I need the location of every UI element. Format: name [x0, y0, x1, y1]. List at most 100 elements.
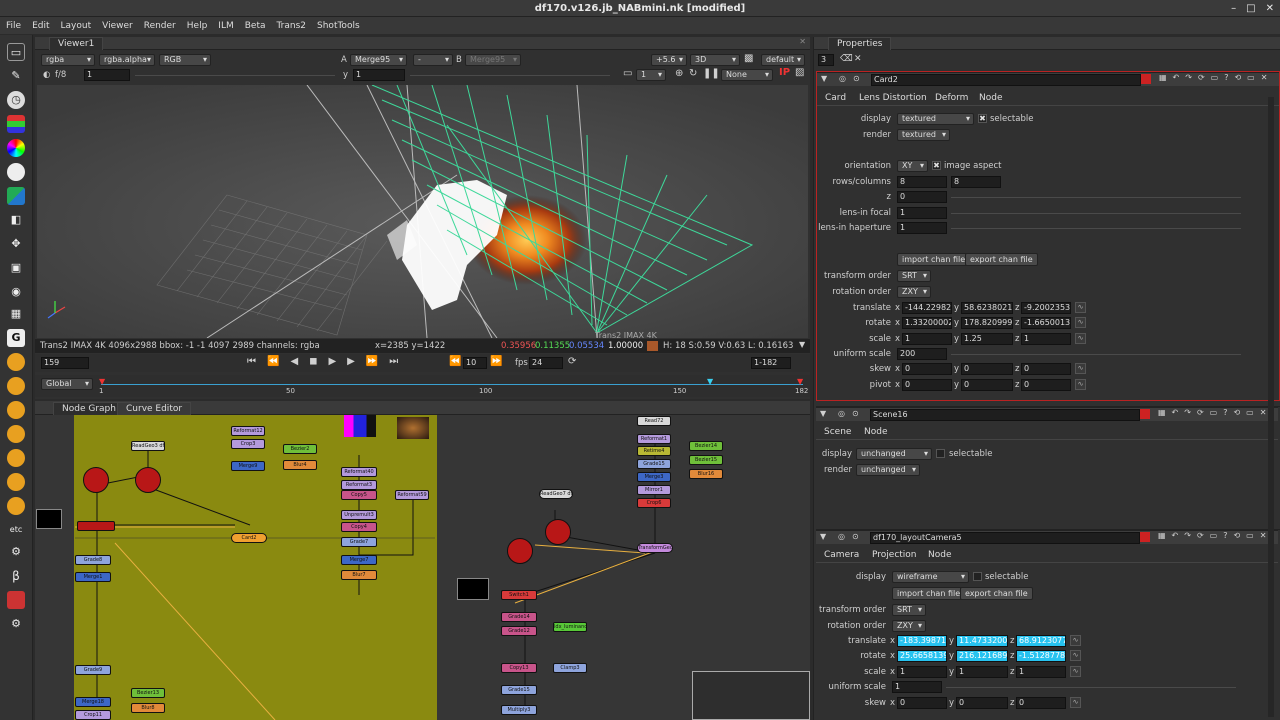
- composite-dropdown[interactable]: -: [413, 54, 453, 66]
- tab-curve-editor[interactable]: Curve Editor: [117, 402, 192, 415]
- import-chan-button[interactable]: import chan file: [897, 253, 971, 266]
- gamma-field[interactable]: 1: [84, 69, 130, 81]
- node[interactable]: Unpremult3: [341, 510, 377, 520]
- alpha-dropdown[interactable]: rgba.alpha: [99, 54, 155, 66]
- color-icon[interactable]: [7, 139, 25, 157]
- float-icon[interactable]: ◎: [838, 409, 845, 418]
- wipe-icon[interactable]: ▨: [795, 67, 804, 78]
- animation-curve-icon[interactable]: ∿: [1070, 635, 1081, 646]
- z-slider[interactable]: [951, 197, 1241, 209]
- max-panels-field[interactable]: 3: [818, 54, 834, 66]
- shottools-icon[interactable]: [7, 401, 25, 419]
- skew-x-field[interactable]: 0: [902, 363, 952, 375]
- menu-edit[interactable]: Edit: [32, 21, 49, 31]
- lens-haperture-field[interactable]: 1: [897, 222, 947, 234]
- lens-focal-field[interactable]: 1: [897, 207, 947, 219]
- scale-z-field[interactable]: 1: [1016, 666, 1066, 678]
- scope-dropdown[interactable]: Global: [41, 378, 93, 390]
- node[interactable]: Copy4: [341, 522, 377, 532]
- settings-icon[interactable]: ⚙: [7, 615, 25, 633]
- node[interactable]: Blur7: [341, 570, 377, 580]
- step-back-icon[interactable]: ⏪: [449, 356, 461, 367]
- scale-x-field[interactable]: 1: [902, 333, 952, 345]
- skew-y-field[interactable]: 0: [961, 363, 1013, 375]
- merge-icon[interactable]: ◧: [7, 211, 25, 229]
- constant-thumbnail[interactable]: [36, 509, 62, 529]
- center-icon[interactable]: ⊙: [852, 409, 859, 418]
- node[interactable]: Grade8: [75, 555, 111, 565]
- animation-curve-icon[interactable]: ∿: [1075, 333, 1086, 344]
- menu-trans2[interactable]: Trans2: [277, 21, 307, 31]
- node[interactable]: Blur16: [689, 469, 723, 479]
- time-icon[interactable]: ◷: [7, 91, 25, 109]
- collapse-icon[interactable]: ▼: [821, 74, 827, 83]
- rotate-y-field[interactable]: 178.820999: [961, 317, 1013, 329]
- import-chan-button[interactable]: import chan file: [892, 587, 966, 600]
- node[interactable]: Merge18: [75, 697, 111, 707]
- etc-icon[interactable]: etc: [7, 521, 25, 539]
- frame-dropdown[interactable]: 1: [636, 69, 666, 81]
- views-icon[interactable]: ◉: [7, 283, 25, 301]
- center-icon[interactable]: ⊙: [852, 532, 859, 541]
- film-icon[interactable]: ▩: [744, 53, 753, 64]
- z-field[interactable]: 0: [897, 191, 947, 203]
- 3d-icon[interactable]: ▣: [7, 259, 25, 277]
- viewer-icon[interactable]: ▭: [7, 43, 25, 61]
- node[interactable]: ldx_luminance: [553, 622, 587, 632]
- rotate-x-field[interactable]: 25.6658139: [897, 650, 947, 662]
- y-field[interactable]: 1: [353, 69, 405, 81]
- translate-y-field[interactable]: 11.4733200: [956, 635, 1008, 647]
- collapse-icon[interactable]: ▼: [820, 532, 826, 541]
- navigator-minimap[interactable]: [692, 671, 810, 720]
- node[interactable]: Crop6: [637, 498, 671, 508]
- translate-z-field[interactable]: 68.9123077: [1016, 635, 1066, 647]
- crosshair-icon[interactable]: ⊕: [675, 68, 683, 79]
- selectable-checkbox[interactable]: ✖: [978, 114, 987, 123]
- animation-curve-icon[interactable]: ∿: [1070, 666, 1081, 677]
- panel-close-icon[interactable]: ✕: [799, 37, 806, 46]
- node[interactable]: Clamp3: [553, 663, 587, 673]
- tab-node-graph[interactable]: Node Graph: [53, 402, 125, 415]
- node[interactable]: Bezier14: [689, 441, 723, 451]
- frame-range-field[interactable]: 1-182: [751, 357, 791, 369]
- gizmo-g-icon[interactable]: G: [7, 329, 25, 347]
- tab-camera[interactable]: Camera: [824, 550, 859, 560]
- channels-dropdown[interactable]: rgba: [41, 54, 95, 66]
- columns-field[interactable]: 8: [951, 176, 1001, 188]
- float-icon[interactable]: ◎: [839, 74, 846, 83]
- node[interactable]: Merge9: [231, 461, 265, 471]
- node[interactable]: ReadGeo3 df170.layout.fb: [131, 441, 165, 451]
- colorspace-dropdown[interactable]: RGB: [159, 54, 211, 66]
- node[interactable]: Bezier13: [131, 688, 165, 698]
- record-icon[interactable]: IP: [779, 67, 790, 78]
- node[interactable]: Reformat3: [341, 480, 377, 490]
- node-color-swatch[interactable]: [1140, 532, 1150, 542]
- transform-order-dropdown[interactable]: SRT: [892, 604, 926, 616]
- pivot-x-field[interactable]: 0: [902, 379, 952, 391]
- lens-haperture-slider[interactable]: [951, 228, 1241, 240]
- orientation-dropdown[interactable]: XY: [897, 160, 928, 172]
- node[interactable]: Card2: [231, 533, 267, 543]
- skew-z-field[interactable]: 0: [1016, 697, 1066, 709]
- ilm-icon[interactable]: [7, 425, 25, 443]
- animation-curve-icon[interactable]: ∿: [1070, 650, 1081, 661]
- pivot-y-field[interactable]: 0: [961, 379, 1013, 391]
- node[interactable]: Grade14: [501, 612, 537, 622]
- dot-node[interactable]: [545, 519, 571, 545]
- menu-shottools[interactable]: ShotTools: [317, 21, 360, 31]
- selectable-checkbox[interactable]: [973, 572, 982, 581]
- node[interactable]: Reformat40: [341, 467, 377, 477]
- node[interactable]: Mirror1: [637, 485, 671, 495]
- rotation-order-dropdown[interactable]: ZXY: [892, 620, 926, 632]
- node[interactable]: Bezier2: [283, 444, 317, 454]
- node[interactable]: ReadGeo7 df170.layout.fb: [539, 489, 573, 499]
- metadata-icon[interactable]: ▦: [7, 305, 25, 323]
- node[interactable]: Copy5: [341, 490, 377, 500]
- tab-properties[interactable]: Properties: [828, 37, 892, 50]
- display-dropdown[interactable]: textured: [897, 113, 974, 125]
- translate-z-field[interactable]: -9.20023537: [1021, 302, 1071, 314]
- channel-icon[interactable]: [7, 115, 25, 133]
- maximize-button[interactable]: □: [1246, 0, 1255, 17]
- translate-y-field[interactable]: 58.6238021: [961, 302, 1013, 314]
- menu-beta[interactable]: Beta: [245, 21, 266, 31]
